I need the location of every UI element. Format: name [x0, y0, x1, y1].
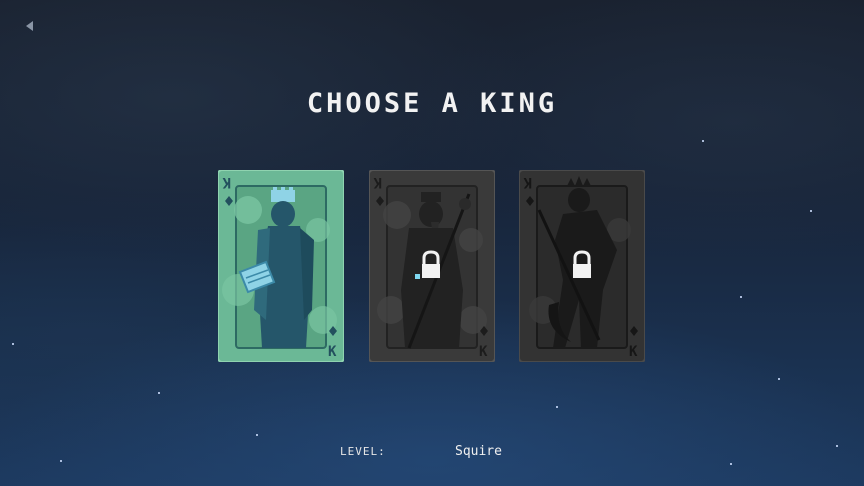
- star: [836, 445, 838, 447]
- back-button[interactable]: [22, 18, 38, 34]
- card-rank: K: [222, 174, 231, 190]
- svg-text:K: K: [479, 344, 488, 360]
- star: [778, 378, 780, 380]
- star: [256, 434, 258, 436]
- svg-text:K: K: [328, 344, 337, 360]
- king-card-2[interactable]: K K: [369, 170, 495, 362]
- star: [730, 463, 732, 465]
- svg-text:K: K: [523, 174, 532, 190]
- king-card-1[interactable]: K K: [218, 170, 344, 362]
- level-label: LEVEL:: [340, 445, 386, 458]
- king-card-art: K K: [369, 170, 495, 362]
- star: [556, 406, 558, 408]
- sparkle: [415, 274, 420, 279]
- star: [702, 140, 704, 142]
- star: [60, 460, 62, 462]
- king-card-art: K K: [519, 170, 645, 362]
- star: [12, 343, 14, 345]
- svg-text:K: K: [373, 174, 382, 190]
- star: [810, 210, 812, 212]
- svg-text:K: K: [629, 344, 638, 360]
- level-value[interactable]: Squire: [455, 444, 502, 459]
- king-card-art: K K: [218, 170, 344, 362]
- star: [158, 392, 160, 394]
- star: [740, 296, 742, 298]
- back-arrow-icon: [26, 21, 33, 31]
- king-card-3[interactable]: K K: [519, 170, 645, 362]
- game-screen: CHOOSE A KING K K K K K K LEVEL: Squire: [0, 0, 864, 486]
- screen-title: CHOOSE A KING: [306, 88, 558, 119]
